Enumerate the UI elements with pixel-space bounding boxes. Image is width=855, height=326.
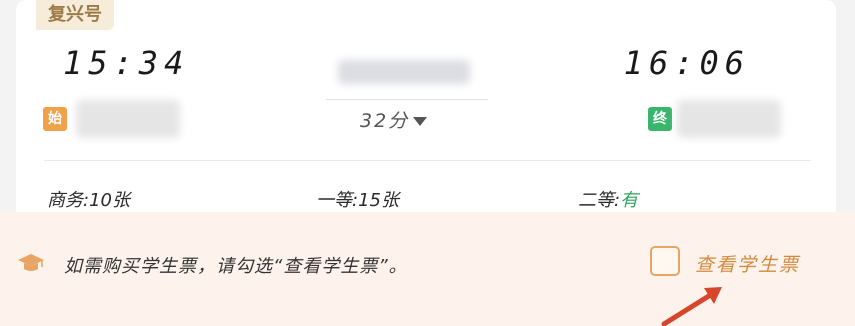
student-ticket-notice: 如需购买学生票，请勾选“查看学生票”。 查看学生票 (0, 212, 855, 326)
departure-time: 15:34 (63, 44, 190, 82)
train-type-tag: 复兴号 (36, 0, 114, 30)
seat-second-class: 二等:有 (578, 186, 638, 212)
departure-station-redacted (76, 100, 180, 138)
seat-label: 商务: (47, 190, 90, 211)
card-divider (44, 160, 811, 161)
student-ticket-label[interactable]: 查看学生票 (695, 250, 800, 277)
notice-text: 如需购买学生票，请勾选“查看学生票”。 (64, 256, 408, 277)
seat-value: 有 (620, 190, 639, 211)
seat-label: 二等: (578, 190, 621, 211)
duration-toggle[interactable]: 32分 (360, 106, 428, 133)
seat-label: 一等: (316, 190, 359, 211)
seat-first-class: 一等:15张 (316, 186, 399, 212)
duration-line (326, 99, 488, 100)
duration-text: 32分 (360, 110, 410, 132)
arrival-station-redacted (677, 100, 781, 138)
graduation-cap-icon (18, 254, 44, 271)
arrow-icon (661, 287, 722, 326)
student-ticket-checkbox[interactable] (650, 246, 680, 276)
seat-value: 10张 (89, 190, 130, 211)
caret-down-icon (413, 117, 428, 126)
seat-value: 15张 (358, 190, 399, 211)
seat-business: 商务:10张 (47, 186, 130, 212)
arrival-time: 16:06 (623, 44, 750, 82)
start-station-badge: 始 (43, 107, 67, 131)
end-station-badge: 终 (648, 107, 672, 131)
train-number-redacted (338, 60, 470, 84)
